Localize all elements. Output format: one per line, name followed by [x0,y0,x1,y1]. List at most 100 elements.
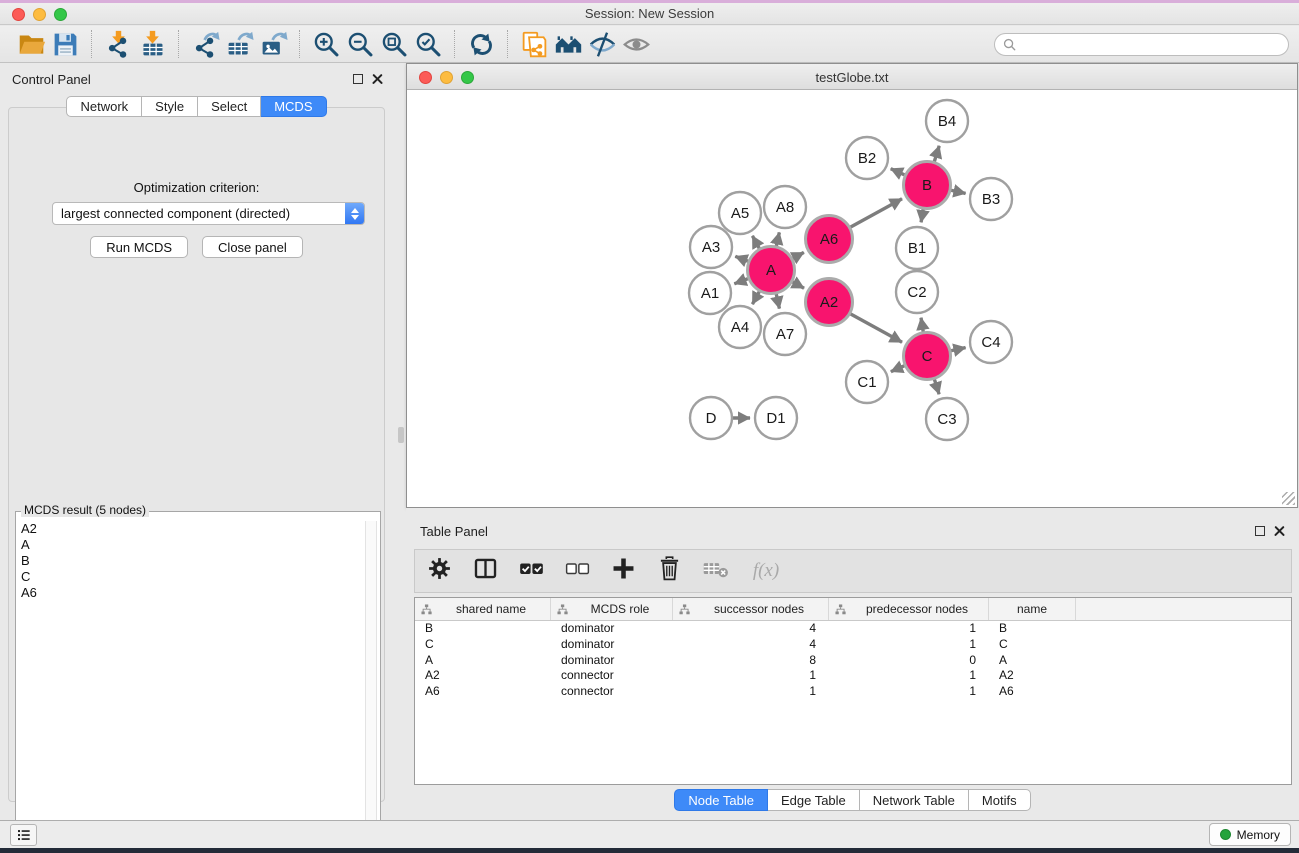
tab-edge-table[interactable]: Edge Table [768,789,860,811]
column-visibility-button[interactable] [471,557,499,585]
table-cell[interactable]: 1 [673,684,829,700]
network-window-titlebar[interactable]: testGlobe.txt [407,64,1297,90]
tab-style[interactable]: Style [142,96,198,117]
mcds-result-item[interactable]: B [17,553,368,569]
graph-node-C3[interactable]: C3 [926,398,968,440]
graph-node-A1[interactable]: A1 [689,272,731,314]
table-cell[interactable]: 1 [829,668,989,684]
result-scrollbar[interactable] [365,521,377,849]
table-settings-button[interactable] [425,557,453,585]
column-header-predecessor-nodes[interactable]: predecessor nodes [829,598,989,620]
graph-edge-A6-B[interactable] [850,199,902,227]
graph-edge-A-A8[interactable] [776,232,779,246]
zoom-selected-button[interactable] [411,28,445,60]
graph-node-C4[interactable]: C4 [970,321,1012,363]
tab-select[interactable]: Select [198,96,261,117]
column-header-successor-nodes[interactable]: successor nodes [673,598,829,620]
zoom-fit-button[interactable] [377,28,411,60]
table-row[interactable]: A2connector11A2 [415,668,1291,684]
graph-node-A4[interactable]: A4 [719,306,761,348]
graph-node-C[interactable]: C [904,333,951,380]
zoom-out-button[interactable] [343,28,377,60]
table-row[interactable]: Cdominator41C [415,637,1291,653]
table-cell[interactable]: connector [551,668,673,684]
table-cell[interactable]: B [415,621,551,637]
graph-edge-B-B1[interactable] [921,209,923,222]
mcds-result-item[interactable]: A2 [17,521,368,537]
deselect-all-button[interactable] [563,557,591,585]
table-cell[interactable]: A [989,653,1076,669]
show-hide-panels-button[interactable] [619,28,653,60]
graph-node-B1[interactable]: B1 [896,227,938,269]
open-session-button[interactable] [14,28,48,60]
table-cell[interactable]: C [415,637,551,653]
tab-network[interactable]: Network [66,96,142,117]
column-header-MCDS-role[interactable]: MCDS role [551,598,673,620]
mcds-result-item[interactable]: A [17,537,368,553]
table-cell[interactable]: 4 [673,621,829,637]
first-neighbors-button[interactable] [551,28,585,60]
close-panel-icon[interactable] [372,73,383,84]
tab-node-table[interactable]: Node Table [674,789,768,811]
import-table-button[interactable] [135,28,169,60]
hide-graphics-details-button[interactable] [585,28,619,60]
export-network-button[interactable] [188,28,222,60]
table-cell[interactable]: A [415,653,551,669]
table-cell[interactable]: A2 [989,668,1076,684]
table-cell[interactable]: 1 [673,668,829,684]
graph-edge-A-A1[interactable] [734,279,748,284]
table-cell[interactable]: dominator [551,637,673,653]
network-canvas[interactable]: B4B2BB3A5A8A6B1A3AA1C2A2A4A7C4CC1C3DD1 [407,90,1297,507]
mcds-result-item[interactable]: A6 [17,585,368,601]
graph-edge-C-C2[interactable] [921,318,923,332]
memory-button[interactable]: Memory [1209,823,1291,846]
graph-edge-B-B4[interactable] [934,146,939,162]
graph-edge-A-A3[interactable] [735,256,748,261]
run-mcds-button[interactable]: Run MCDS [90,236,188,258]
table-cell[interactable]: A6 [415,684,551,700]
task-history-button[interactable] [10,824,37,846]
mcds-result-item[interactable]: C [17,569,368,585]
search-input[interactable] [1021,38,1280,52]
graph-edge-C-C4[interactable] [951,348,966,351]
table-cell[interactable]: 1 [829,621,989,637]
table-cell[interactable]: connector [551,684,673,700]
graph-edge-A-A5[interactable] [752,236,759,249]
graph-edge-C-C3[interactable] [934,379,939,394]
close-panel-button[interactable]: Close panel [202,236,303,258]
table-cell[interactable]: A2 [415,668,551,684]
float-panel-icon[interactable] [353,74,363,84]
table-cell[interactable]: 1 [829,684,989,700]
add-column-button[interactable] [609,557,637,585]
table-row[interactable]: A6connector11A6 [415,684,1291,700]
graph-node-B2[interactable]: B2 [846,137,888,179]
graph-edge-A-A4[interactable] [752,292,759,305]
zoom-in-button[interactable] [309,28,343,60]
table-cell[interactable]: 0 [829,653,989,669]
tab-motifs[interactable]: Motifs [969,789,1031,811]
vertical-splitter-handle[interactable] [398,427,404,443]
graph-edge-A2-C[interactable] [850,314,902,342]
table-cell[interactable]: 1 [829,637,989,653]
graph-node-A3[interactable]: A3 [690,226,732,268]
column-header-shared-name[interactable]: shared name [415,598,551,620]
graph-node-B[interactable]: B [904,162,951,209]
new-network-from-selection-button[interactable] [517,28,551,60]
window-resize-grip[interactable] [1282,492,1295,505]
select-all-button[interactable] [517,557,545,585]
column-header-name[interactable]: name [989,598,1076,620]
graph-node-C2[interactable]: C2 [896,271,938,313]
graph-node-B3[interactable]: B3 [970,178,1012,220]
graph-node-C1[interactable]: C1 [846,361,888,403]
table-cell[interactable]: B [989,621,1076,637]
graph-node-A7[interactable]: A7 [764,313,806,355]
graph-edge-A-A7[interactable] [776,294,779,309]
graph-node-A5[interactable]: A5 [719,192,761,234]
optimization-criterion-dropdown[interactable]: largest connected component (directed) [52,202,365,225]
export-image-button[interactable] [256,28,290,60]
graph-node-A8[interactable]: A8 [764,186,806,228]
table-cell[interactable]: 4 [673,637,829,653]
graph-node-A6[interactable]: A6 [806,216,853,263]
table-row[interactable]: Bdominator41B [415,621,1291,637]
graph-edge-C-C1[interactable] [891,366,905,372]
